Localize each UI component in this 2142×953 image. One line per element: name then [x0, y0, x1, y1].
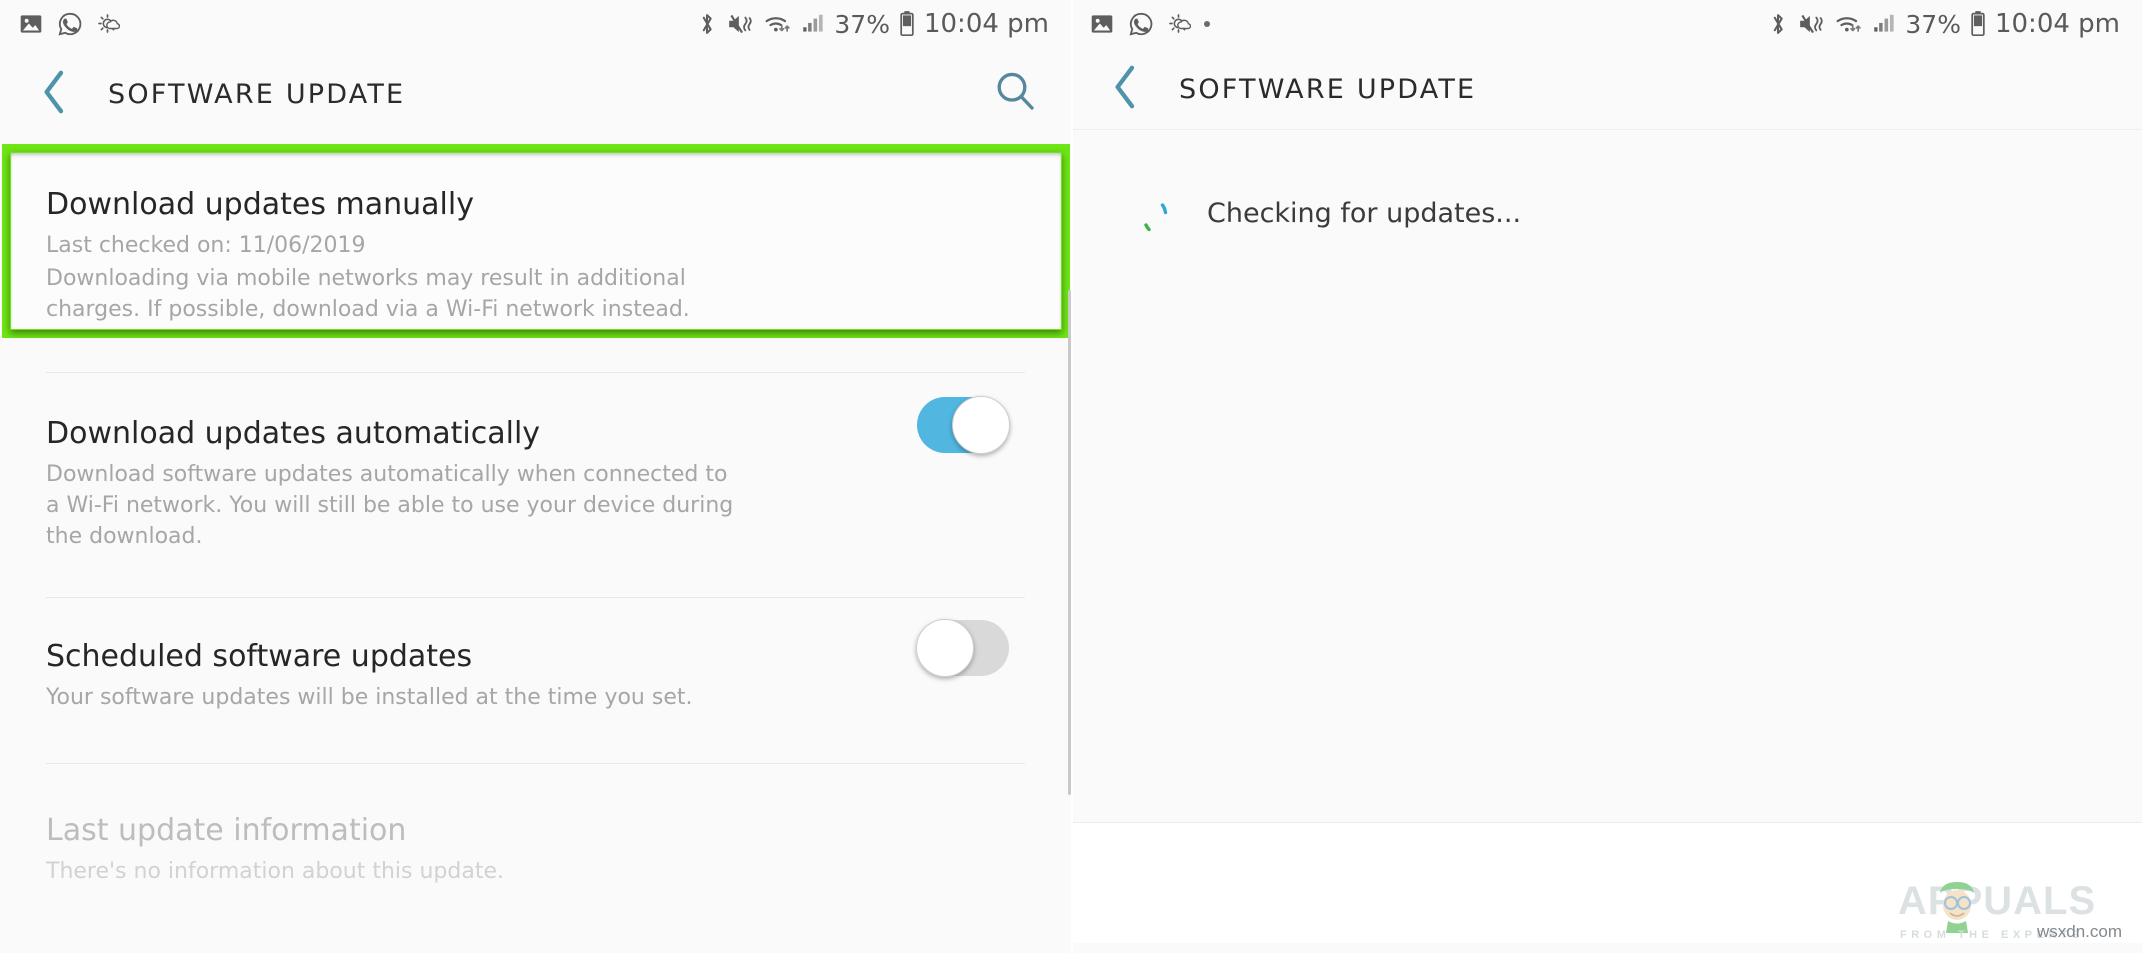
watermark-site-label: wsxdn.com — [2036, 922, 2122, 941]
clock-label: 10:04 pm — [923, 9, 1049, 39]
row-subtitle-description: Downloading via mobile networks may resu… — [46, 265, 690, 322]
list-item-download-automatically[interactable]: Download updates automatically Download … — [0, 373, 1071, 552]
list-item-download-manually[interactable]: Download updates manually Last checked o… — [0, 140, 1071, 325]
right-status-area: Checking for updates... — [1071, 130, 2142, 943]
page-title: SOFTWARE UPDATE — [1179, 73, 1477, 105]
weather-icon — [1167, 12, 1191, 36]
battery-icon — [899, 10, 915, 38]
toggle-scheduled-updates[interactable] — [916, 619, 1009, 678]
left-status-bar: 37% 10:04 pm — [0, 0, 1071, 48]
row-title: Scheduled software updates — [46, 639, 473, 675]
image-icon — [18, 11, 44, 37]
image-icon — [1089, 11, 1115, 37]
left-phone-screen: 37% 10:04 pm SOFTWARE UPDATE Download up… — [0, 0, 1071, 953]
notification-dot-icon — [1204, 21, 1210, 27]
battery-icon — [1970, 10, 1986, 38]
mute-vibrate-icon — [1798, 11, 1826, 37]
mute-vibrate-icon — [727, 11, 755, 37]
right-status-system-icons: 37% 10:04 pm — [1767, 10, 2120, 38]
row-subtitle-last-checked: Last checked on: 11/06/2019 — [46, 232, 366, 258]
loading-spinner-icon — [1133, 185, 1189, 241]
clock-label: 10:04 pm — [1994, 9, 2120, 39]
left-app-bar: SOFTWARE UPDATE — [0, 48, 1071, 140]
whatsapp-icon — [57, 11, 83, 37]
back-chevron-icon — [40, 68, 70, 120]
left-settings-list: Download updates manually Last checked o… — [0, 140, 1071, 953]
watermark-brand: APPUALS — [1898, 879, 2097, 923]
search-button[interactable] — [989, 67, 1043, 121]
right-status-icons-group — [1089, 11, 1210, 37]
battery-percent-label: 37% — [834, 9, 890, 39]
watermark-mascot-icon — [1930, 875, 1984, 935]
signal-icon — [801, 11, 825, 37]
back-button[interactable] — [40, 66, 86, 122]
row-subtitle: Download software updates automatically … — [46, 461, 734, 550]
whatsapp-icon — [1128, 11, 1154, 37]
page-title: SOFTWARE UPDATE — [108, 78, 406, 110]
battery-percent-label: 37% — [1905, 9, 1961, 39]
row-title: Last update information — [46, 813, 407, 849]
row-subtitle: Your software updates will be installed … — [46, 684, 693, 710]
left-status-icons-group — [18, 11, 120, 37]
right-status-bar: 37% 10:04 pm — [1071, 0, 2142, 48]
dual-screenshot-container: 37% 10:04 pm SOFTWARE UPDATE Download up… — [0, 0, 2142, 953]
search-icon — [992, 68, 1040, 120]
list-item-last-update-information[interactable]: Last update information There's no infor… — [0, 764, 1071, 887]
right-phone-screen: 37% 10:04 pm SOFTWARE UPDATE Checking fo… — [1071, 0, 2142, 953]
toggle-knob — [916, 619, 974, 678]
back-button[interactable] — [1111, 61, 1157, 117]
signal-icon — [1872, 11, 1896, 37]
row-title: Download updates manually — [46, 187, 474, 222]
row-title: Download updates automatically — [46, 416, 541, 452]
bluetooth-icon — [1767, 11, 1789, 37]
wifi-icon — [1835, 11, 1863, 37]
toggle-knob — [952, 396, 1010, 455]
right-app-bar: SOFTWARE UPDATE — [1071, 48, 2142, 130]
wifi-icon — [764, 11, 792, 37]
row-subtitle: There's no information about this update… — [46, 858, 504, 884]
toggle-download-automatically[interactable] — [917, 396, 1010, 455]
list-item-scheduled-updates[interactable]: Scheduled software updates Your software… — [0, 598, 1071, 713]
weather-icon — [96, 12, 120, 36]
appuals-watermark: APPUALS FROM THE EXPERTS wsxdn.com — [1874, 873, 2124, 943]
checking-status-label: Checking for updates... — [1207, 197, 1522, 229]
checking-for-updates-row: Checking for updates... — [1071, 130, 2142, 241]
bluetooth-icon — [696, 11, 718, 37]
panel-separator — [1071, 0, 1073, 953]
back-chevron-icon — [1111, 63, 1141, 115]
left-status-system-icons: 37% 10:04 pm — [696, 10, 1049, 38]
